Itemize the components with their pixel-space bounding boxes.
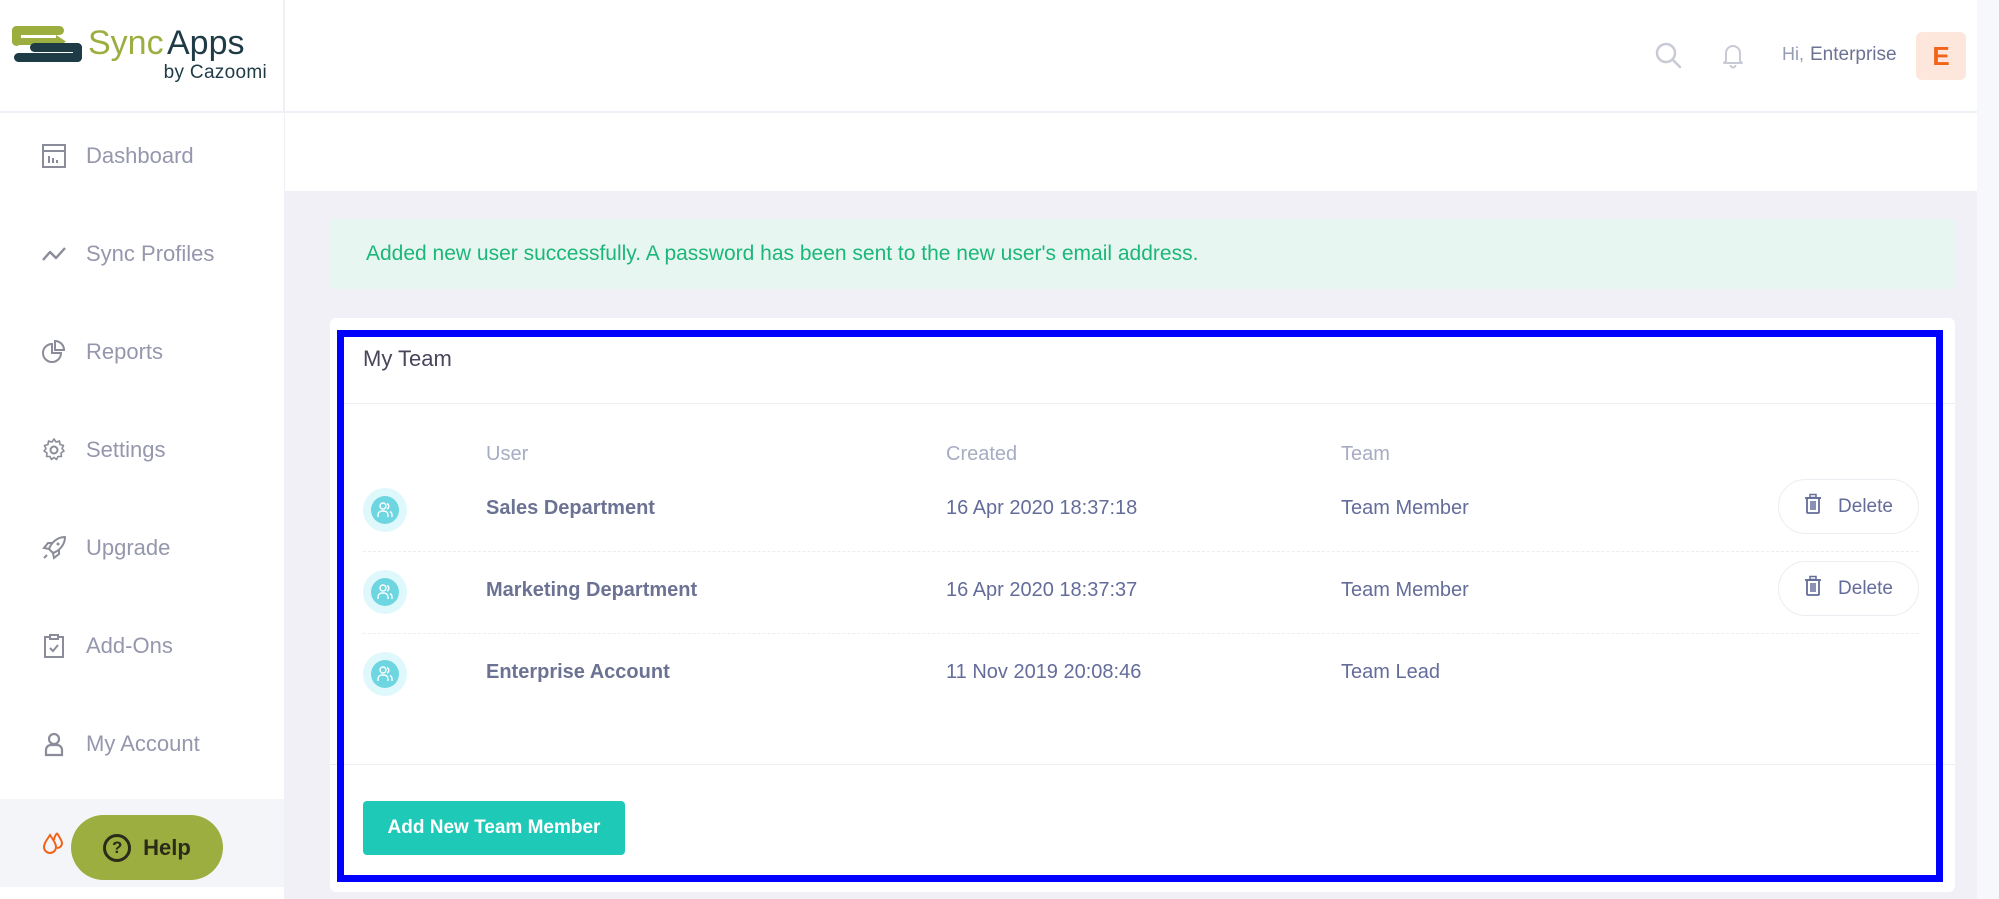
sidebar-item-settings[interactable]: Settings	[0, 420, 284, 480]
created-date: 16 Apr 2020 18:37:18	[946, 497, 1138, 519]
help-label: Help	[143, 834, 191, 860]
pie-chart-icon	[40, 338, 68, 366]
user-name: Marketing Department	[486, 579, 698, 601]
user-avatar[interactable]: E	[1916, 32, 1966, 80]
team-role: Team Member	[1341, 497, 1469, 519]
delete-label: Delete	[1838, 495, 1893, 517]
search-icon[interactable]	[1653, 40, 1683, 70]
brand-byline: by Cazoomi	[163, 62, 267, 83]
team-role: Team Lead	[1341, 661, 1440, 683]
sidebar-item-my-account[interactable]: My Account	[0, 714, 284, 774]
sidebar-item-upgrade[interactable]: Upgrade	[0, 518, 284, 578]
team-avatar	[363, 570, 407, 614]
brand-name-sync: Sync	[88, 24, 164, 62]
team-role: Team Member	[1341, 579, 1469, 601]
sidebar-item-dashboard[interactable]: Dashboard	[0, 126, 284, 186]
sidebar-item-label: My Account	[86, 731, 200, 756]
subheader	[285, 113, 1999, 191]
column-header-created: Created	[946, 443, 1018, 465]
syncapps-logo-icon: Sync Apps	[12, 24, 245, 62]
drops-icon	[40, 829, 68, 857]
trash-icon	[1804, 493, 1822, 521]
gear-icon	[40, 436, 68, 464]
sidebar-item-label: Add-Ons	[86, 633, 173, 658]
dashboard-icon	[40, 142, 68, 170]
sidebar-item-label: Upgrade	[86, 535, 171, 560]
users-icon	[371, 660, 399, 688]
clipboard-check-icon	[40, 632, 68, 660]
alert-message: Added new user successfully. A password …	[366, 242, 1199, 265]
sidebar-item-reports[interactable]: Reports	[0, 322, 284, 382]
success-alert: Added new user successfully. A password …	[330, 219, 1955, 289]
delete-button[interactable]: Delete	[1778, 561, 1919, 616]
card-title: My Team	[363, 346, 452, 371]
divider	[343, 403, 1955, 404]
trash-icon	[1804, 575, 1822, 603]
users-icon	[371, 578, 399, 606]
rocket-icon	[40, 534, 68, 562]
users-icon	[371, 496, 399, 524]
column-header-user: User	[486, 443, 529, 465]
created-date: 11 Nov 2019 20:08:46	[946, 661, 1142, 683]
sidebar-item-label: Dashboard	[86, 143, 194, 168]
user-name: Enterprise	[1810, 44, 1897, 65]
divider	[330, 764, 1955, 765]
brand-logo[interactable]: Sync Apps by Cazoomi	[0, 0, 284, 112]
column-header-team: Team	[1341, 443, 1390, 465]
delete-button[interactable]: Delete	[1778, 479, 1919, 534]
sidebar-item-label: Settings	[86, 437, 166, 462]
scrollbar[interactable]	[1977, 0, 1999, 899]
sidebar: Dashboard Sync Profiles Reports Settings…	[0, 113, 284, 899]
brand-name-apps: Apps	[167, 24, 245, 62]
sidebar-item-label: Reports	[86, 339, 164, 364]
user-icon	[40, 730, 68, 758]
sidebar-item-add-ons[interactable]: Add-Ons	[0, 616, 284, 676]
user-name: Sales Department	[486, 497, 655, 519]
bell-icon[interactable]	[1718, 40, 1748, 70]
sidebar-item-sync-profiles[interactable]: Sync Profiles	[0, 224, 284, 284]
table-row: Sales Department 16 Apr 2020 18:37:18 Te…	[363, 470, 1919, 552]
greeting-text: Hi,	[1782, 44, 1804, 64]
topbar: Hi, Enterprise E	[285, 0, 1999, 112]
team-avatar	[363, 488, 407, 532]
help-button[interactable]: ? Help	[71, 815, 223, 880]
created-date: 16 Apr 2020 18:37:37	[946, 579, 1138, 601]
delete-label: Delete	[1838, 577, 1893, 599]
team-avatar	[363, 652, 407, 696]
line-chart-icon	[40, 240, 68, 268]
user-greeting[interactable]: Hi, Enterprise	[1782, 44, 1897, 66]
table-row: Enterprise Account 11 Nov 2019 20:08:46 …	[363, 634, 1919, 716]
user-name: Enterprise Account	[486, 661, 670, 683]
sidebar-item-label: Sync Profiles	[86, 241, 215, 266]
question-icon: ?	[103, 833, 132, 862]
add-team-member-button[interactable]: Add New Team Member	[363, 801, 625, 855]
team-card: My Team User Created Team Sales Departme…	[330, 318, 1955, 892]
table-row: Marketing Department 16 Apr 2020 18:37:3…	[363, 552, 1919, 634]
